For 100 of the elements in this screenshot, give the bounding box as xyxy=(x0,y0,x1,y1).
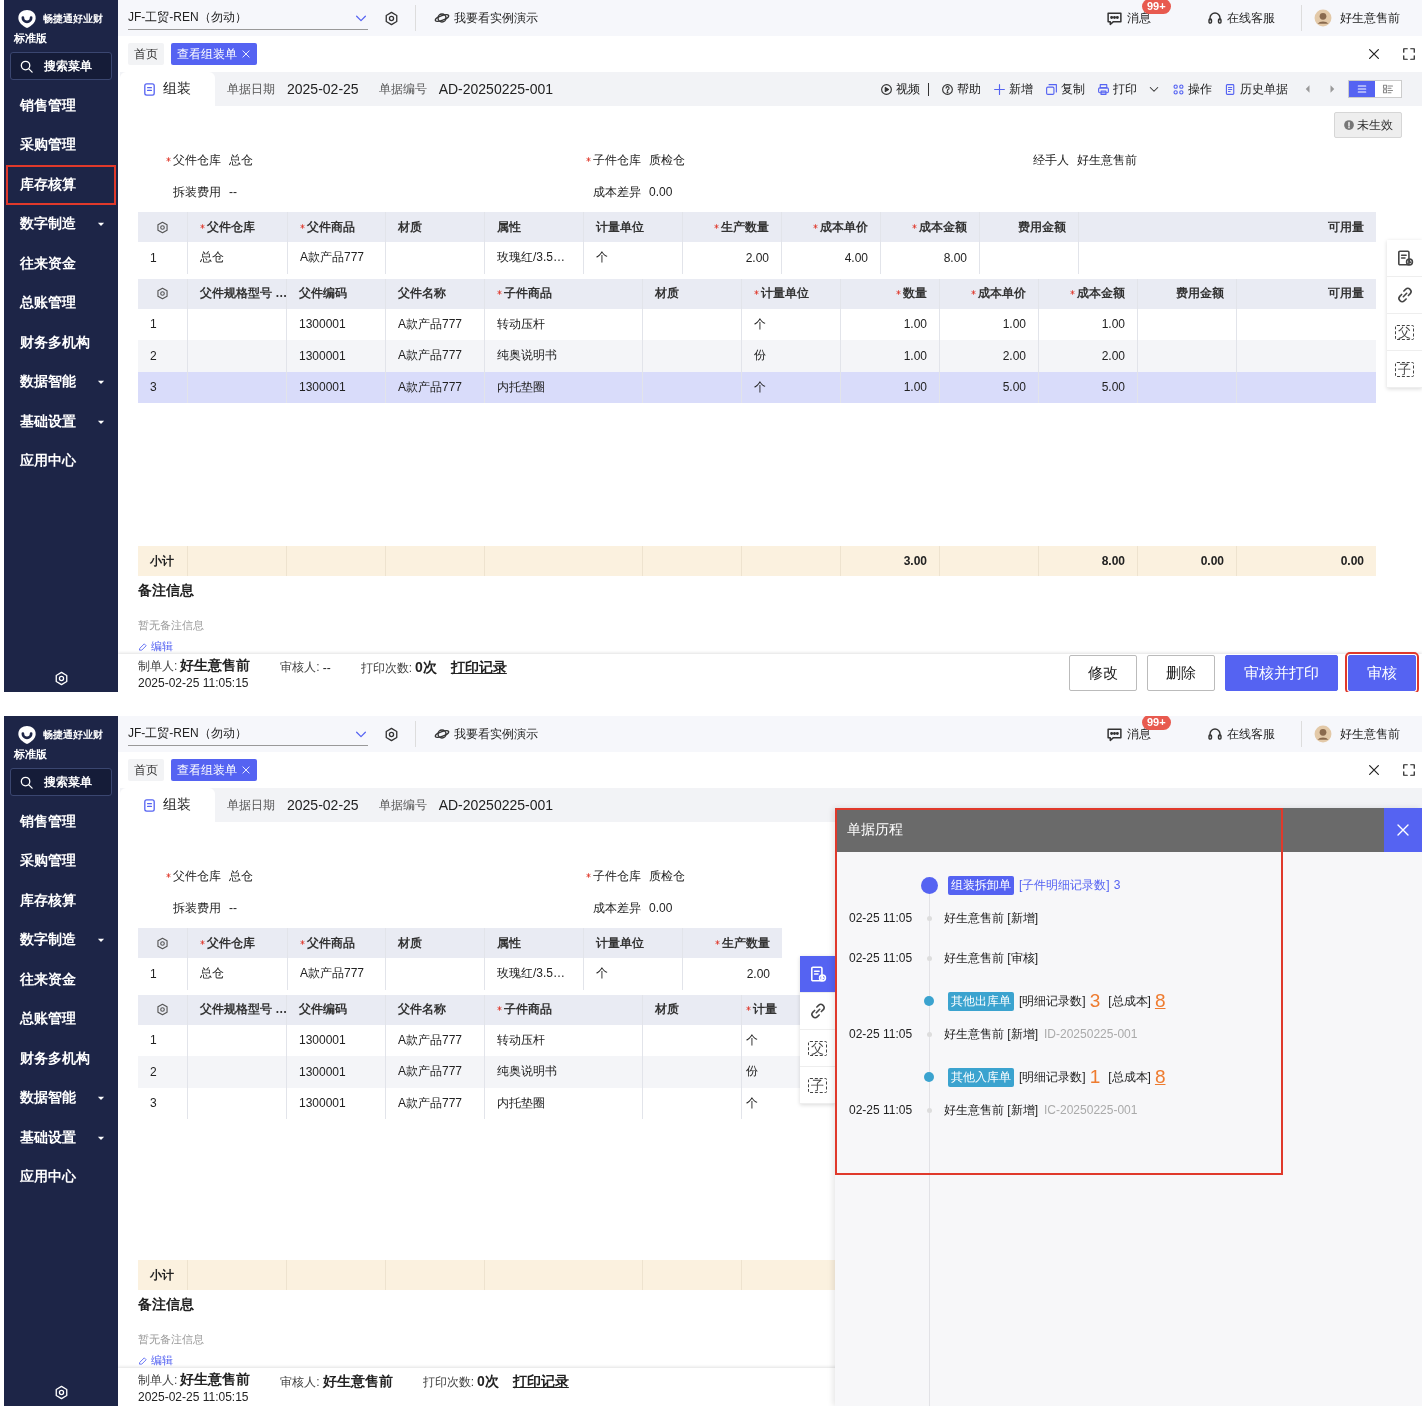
menu-item[interactable]: 库存核算 xyxy=(6,165,116,205)
toolbar-button[interactable]: 复制 xyxy=(1045,80,1085,98)
settings-icon[interactable] xyxy=(156,1003,169,1016)
settings-icon[interactable] xyxy=(156,936,169,950)
close-icon[interactable] xyxy=(1367,763,1381,777)
view-switch[interactable] xyxy=(1348,80,1402,98)
settings-icon[interactable] xyxy=(384,726,399,742)
company-select[interactable]: JF-工贸-REN（勿动） xyxy=(128,722,368,746)
document-type-tab[interactable]: 组装 xyxy=(120,788,215,822)
column-header: 成本金额 xyxy=(912,218,967,236)
menu-item[interactable]: 数字制造 xyxy=(6,920,116,960)
menu-item[interactable]: 总账管理 xyxy=(6,999,116,1039)
menu-item[interactable]: 数字制造 xyxy=(6,204,116,244)
edit-link[interactable]: 编辑 xyxy=(138,639,173,654)
side-tool-button[interactable]: 父 xyxy=(800,1030,835,1067)
field-value: 质检仓 xyxy=(649,151,685,169)
user-menu[interactable]: 好生意售前 xyxy=(1314,725,1400,743)
document-tag[interactable]: 组装拆卸单 xyxy=(948,875,1014,895)
menu-item[interactable]: 财务多机构 xyxy=(6,323,116,363)
fullscreen-icon[interactable] xyxy=(1402,763,1416,777)
fullscreen-icon[interactable] xyxy=(1402,47,1416,61)
column-header: 属性 xyxy=(497,934,521,952)
table-row[interactable]: 3 1300001 A款产品777 内托垫圈 个 1.00 5.00 5.00 xyxy=(138,371,1376,403)
demo-link[interactable]: 我要看实例演示 xyxy=(434,9,538,27)
side-tool-button[interactable]: 父 xyxy=(1387,314,1422,351)
edit-link[interactable]: 编辑 xyxy=(138,1353,173,1368)
page-tab[interactable]: 首页 xyxy=(128,759,164,781)
menu-item[interactable]: 销售管理 xyxy=(6,802,116,842)
table-cell: 个 xyxy=(754,315,766,333)
column-header: 子件商品 xyxy=(497,1001,552,1018)
view-toggle[interactable] xyxy=(1349,81,1375,97)
menu-item[interactable]: 总账管理 xyxy=(6,283,116,323)
table-row[interactable]: 2 1300001 A款产品777 纯奥说明书 份 xyxy=(138,1056,800,1088)
online-service-button[interactable]: 在线客服 xyxy=(1207,9,1275,27)
settings-icon[interactable] xyxy=(53,671,69,686)
side-tool-button[interactable] xyxy=(1387,240,1422,277)
table-cell: 转动压杆 xyxy=(497,315,545,333)
print-log-link[interactable]: 打印记录 xyxy=(512,1373,569,1391)
field-label: 拆装费用 xyxy=(172,899,221,917)
field-value: 总仓 xyxy=(229,867,253,885)
search-field[interactable]: 搜索菜单 xyxy=(10,768,112,796)
table-cell: 1.00 xyxy=(903,348,927,363)
toolbar-button[interactable]: 新增 xyxy=(993,80,1033,98)
menu-item[interactable]: 往来资金 xyxy=(6,244,116,284)
menu-item[interactable]: 基础设置 xyxy=(6,402,116,442)
table-cell: A款产品777 xyxy=(398,1094,463,1112)
menu-item[interactable]: 应用中心 xyxy=(6,1157,116,1197)
close-icon[interactable] xyxy=(1367,47,1381,61)
field-value: 0次 xyxy=(415,659,437,677)
field-value: 质检仓 xyxy=(649,867,685,885)
page-tab[interactable]: 查看组装单 xyxy=(171,759,257,781)
menu-item[interactable]: 数据智能 xyxy=(6,1078,116,1118)
page-tab[interactable]: 查看组装单 xyxy=(171,43,257,65)
menu-item[interactable]: 库存核算 xyxy=(6,881,116,921)
menu-item[interactable]: 往来资金 xyxy=(6,960,116,1000)
search-field[interactable]: 搜索菜单 xyxy=(10,52,112,80)
action-button[interactable]: 审核 xyxy=(1348,655,1416,691)
menu-item[interactable]: 销售管理 xyxy=(6,86,116,126)
settings-icon[interactable] xyxy=(156,220,169,234)
toolbar-button[interactable]: 帮助 xyxy=(941,80,981,98)
menu-item[interactable]: 基础设置 xyxy=(6,1118,116,1158)
menu-item[interactable]: 采购管理 xyxy=(6,841,116,881)
column-header: 生产数量 xyxy=(714,218,769,236)
action-button[interactable]: 审核并打印 xyxy=(1225,655,1338,691)
column-header: 父件规格型号 … xyxy=(200,285,286,302)
menu-item[interactable]: 数据智能 xyxy=(6,362,116,402)
document-type-tab[interactable]: 组装 xyxy=(120,72,215,106)
toolbar-button[interactable]: 操作 xyxy=(1172,80,1212,98)
settings-icon[interactable] xyxy=(156,287,169,300)
menu-item[interactable]: 采购管理 xyxy=(6,125,116,165)
toolbar-button[interactable]: 历史单据 xyxy=(1224,80,1288,98)
side-tool-button[interactable]: 子 xyxy=(800,1067,835,1104)
action-button[interactable]: 修改 xyxy=(1069,655,1137,691)
side-tool-button[interactable] xyxy=(800,993,835,1030)
settings-icon[interactable] xyxy=(53,1385,69,1400)
help-icon xyxy=(941,82,954,96)
side-tool-button[interactable]: 子 xyxy=(1387,351,1422,388)
demo-link[interactable]: 我要看实例演示 xyxy=(434,725,538,743)
company-select[interactable]: JF-工贸-REN（勿动） xyxy=(128,6,368,30)
column-header: 父件商品 xyxy=(300,218,355,236)
menu-item[interactable]: 财务多机构 xyxy=(6,1039,116,1079)
table-row[interactable]: 2 1300001 A款产品777 纯奥说明书 份 1.00 2.00 2.00 xyxy=(138,340,1376,372)
subtotal-label: 小计 xyxy=(150,1266,174,1284)
copy-icon xyxy=(1045,82,1058,96)
side-tool-button[interactable] xyxy=(1387,277,1422,314)
menu-item[interactable]: 应用中心 xyxy=(6,441,116,481)
action-button[interactable]: 删除 xyxy=(1147,655,1215,691)
panel-title: 单据历程 xyxy=(847,821,903,839)
toolbar-button[interactable]: 视频 xyxy=(880,80,920,98)
toolbar-button[interactable]: 打印 xyxy=(1097,80,1160,98)
page-tab[interactable]: 首页 xyxy=(128,43,164,65)
online-service-button[interactable]: 在线客服 xyxy=(1207,725,1275,743)
table-cell: 总仓 xyxy=(200,249,224,267)
field-label: 父件仓库 xyxy=(166,151,221,169)
plus-icon xyxy=(993,82,1006,96)
print-log-link[interactable]: 打印记录 xyxy=(450,659,507,677)
history-entry: 好生意售前 [审核] xyxy=(944,949,1038,967)
side-tool-button[interactable] xyxy=(800,956,835,993)
settings-icon[interactable] xyxy=(384,10,399,26)
user-menu[interactable]: 好生意售前 xyxy=(1314,9,1400,27)
